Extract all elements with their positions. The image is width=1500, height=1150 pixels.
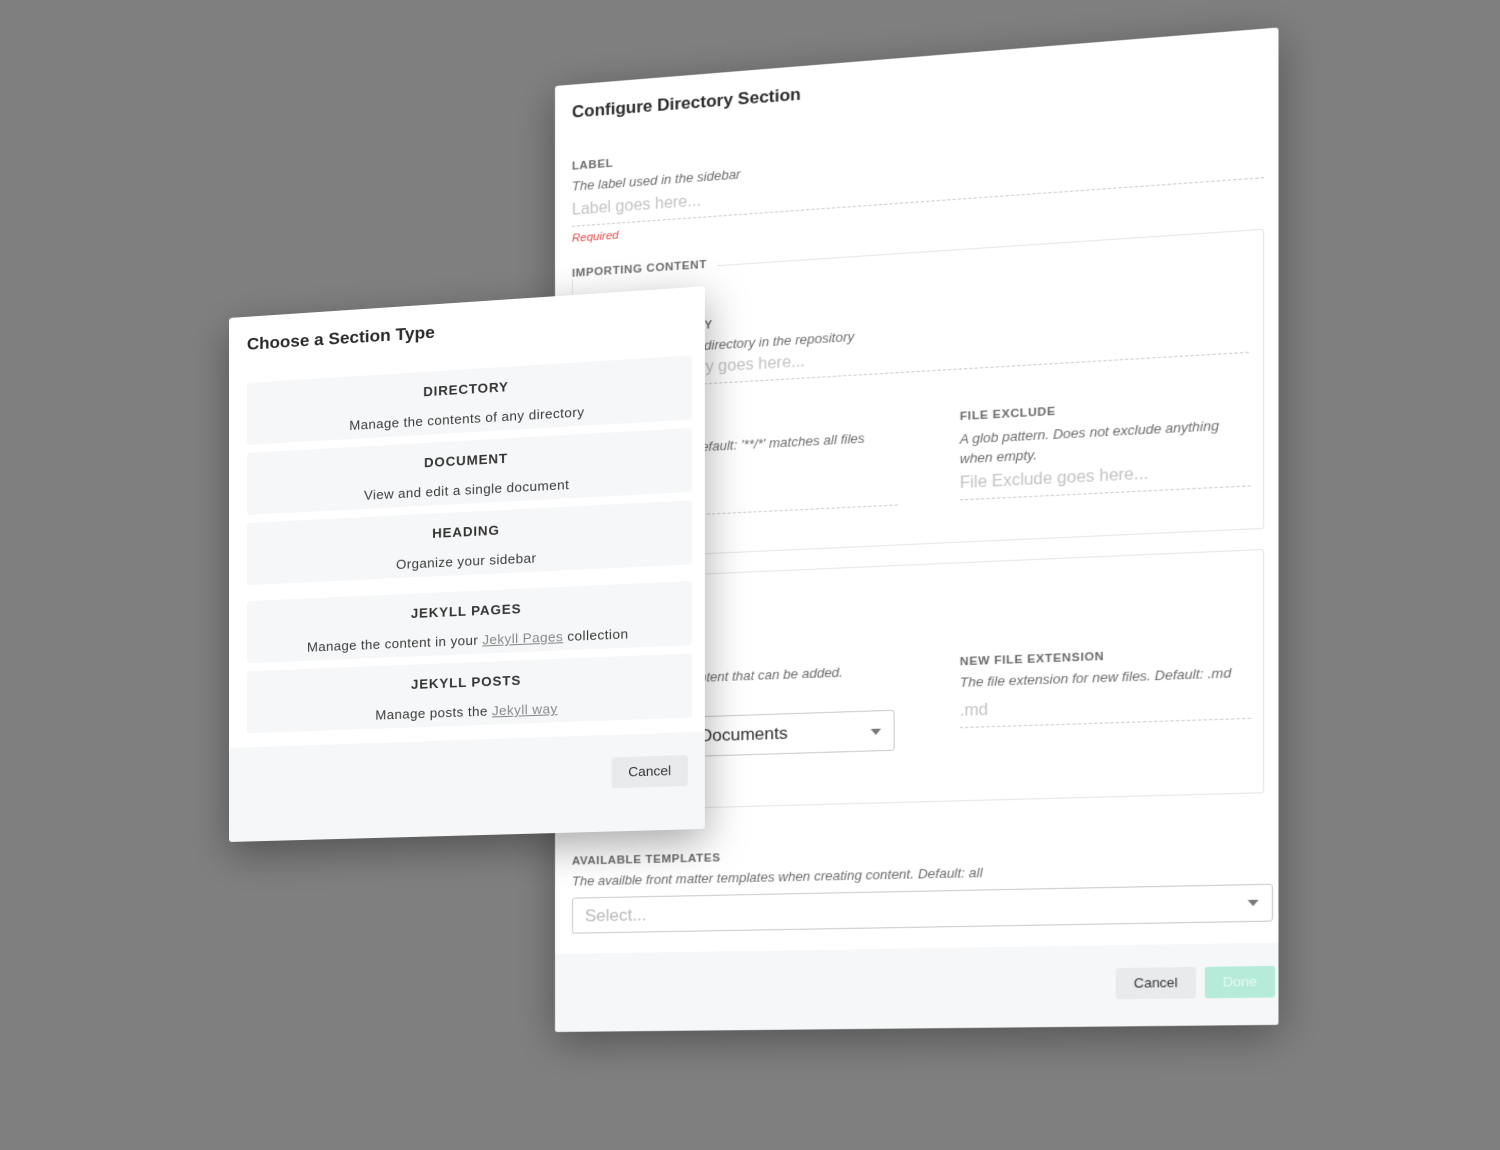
dialog-footer: Cancel [229,731,705,842]
dialog-title: Configure Directory Section [571,84,801,122]
jekyll-pages-link[interactable]: Jekyll Pages [482,629,563,648]
chevron-down-icon [1247,899,1259,907]
content-types-value: Documents [699,723,788,746]
new-file-extension-group: NEW FILE EXTENSION The file extension fo… [959,645,1251,729]
file-exclude-group: FILE EXCLUDE A glob pattern. Does not ex… [959,395,1251,501]
option-name: JEKYLL POSTS [411,672,522,693]
cancel-button[interactable]: Cancel [1115,966,1197,1000]
chevron-down-icon [870,728,882,736]
file-glob-group: Default: '**/*' matches all files [691,429,898,516]
section-option-jekyll-posts[interactable]: JEKYLL POSTS Manage posts the Jekyll way [246,653,693,734]
new-file-extension-input[interactable]: .md [959,688,1251,729]
directory-group: TORY tent directory in the repository ct… [678,286,1249,386]
option-description: Organize your sidebar [396,550,537,573]
section-option-heading[interactable]: HEADING Organize your sidebar [246,500,693,586]
option-name: JEKYLL PAGES [410,600,522,622]
dialog-title: Choose a Section Type [246,322,435,354]
available-templates-label: AVAILABLE TEMPLATES [571,852,721,868]
content-types-select[interactable]: Documents [678,709,895,758]
available-templates-group: AVAILABLE TEMPLATES The availble front m… [571,840,1264,888]
dialog-footer: Cancel Done [555,942,1279,1032]
content-types-group: S ontent that can be added. [692,644,898,685]
available-templates-select[interactable]: Select... [571,883,1273,934]
section-option-jekyll-pages[interactable]: JEKYLL PAGES Manage the content in your … [246,580,693,664]
content-types-label: S [692,644,898,663]
available-templates-placeholder: Select... [584,905,647,926]
choose-section-type-dialog: Choose a Section Type DIRECTORY Manage t… [229,286,705,843]
jekyll-way-link[interactable]: Jekyll way [492,701,558,719]
option-description-text: collection [567,626,629,645]
backdrop: Configure Directory Section LABEL The la… [0,0,1500,1150]
option-description-text: Manage posts the [375,703,488,723]
content-types-hint: ontent that can be added. [691,664,844,686]
option-description-text: Manage the content in your [307,632,479,655]
new-file-extension-label: NEW FILE EXTENSION [959,650,1105,669]
option-description: Manage the content in your Jekyll Pages … [247,623,692,657]
option-description: Manage posts the Jekyll way [247,696,692,728]
cancel-button[interactable]: Cancel [611,754,688,789]
file-glob-input[interactable] [691,478,898,516]
file-glob-hint: Default: '**/*' matches all files [691,430,865,455]
